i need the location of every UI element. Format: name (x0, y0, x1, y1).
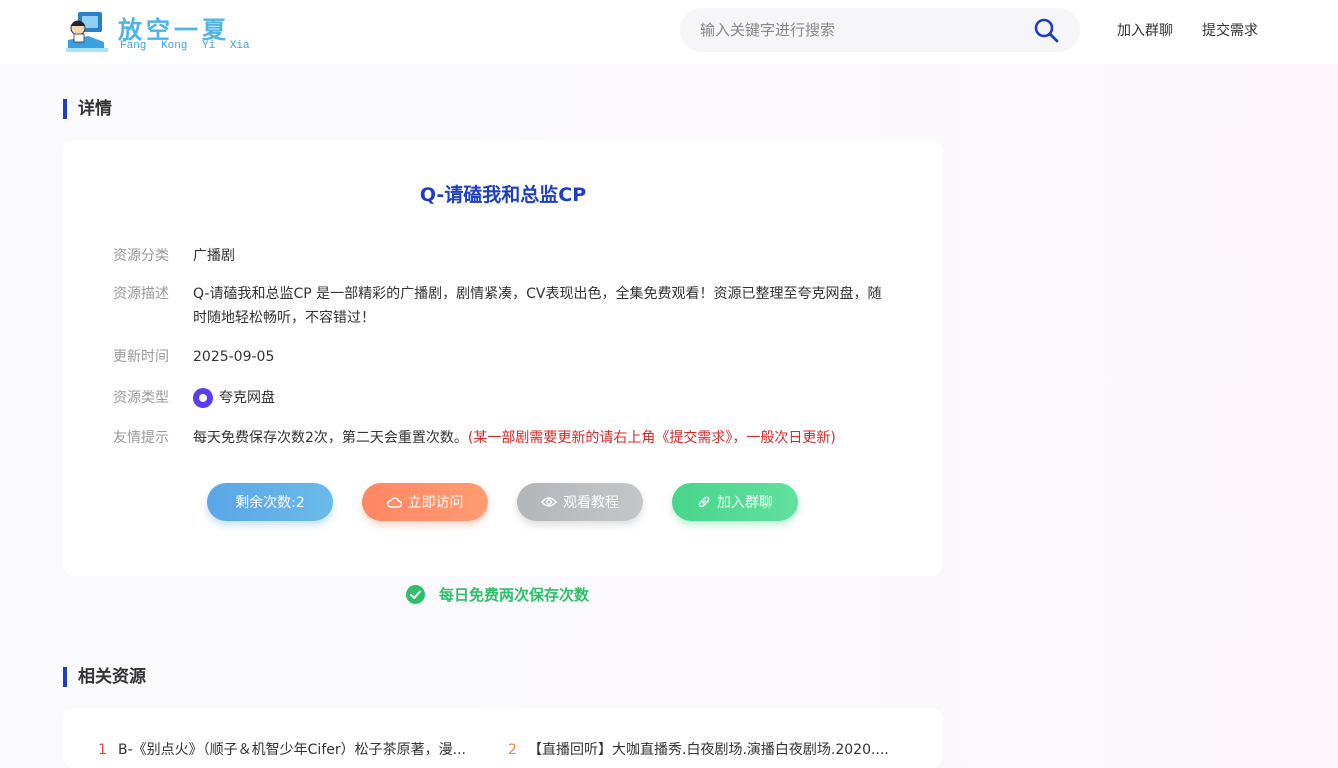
quark-drive-icon (193, 388, 213, 408)
detail-card: Q-请磕我和总监CP 资源分类 广播剧 资源描述 Q-请磕我和总监CP 是一部精… (63, 140, 943, 576)
category-value: 广播剧 (193, 248, 235, 264)
join-group-button[interactable]: 加入群聊 (672, 483, 798, 521)
resource-title: Q-请磕我和总监CP (419, 184, 587, 206)
tip-warning-text: (某一部剧需要更新的请右上角《提交需求》，一般次日更新) (467, 430, 836, 446)
cloud-icon (386, 497, 402, 508)
update-time-row: 更新时间 2025-09-05 (113, 345, 893, 369)
search-box (680, 8, 1080, 52)
watch-tutorial-button[interactable]: 观看教程 (517, 483, 643, 521)
join-group-label: 加入群聊 (717, 495, 773, 511)
top-header: 放空一夏 Fang Kong Yi Xia 加入群聊 提交需求 (0, 0, 1338, 64)
eye-icon (541, 497, 557, 507)
visit-now-label: 立即访问 (407, 495, 464, 511)
daily-free-note: 每日免费两次保存次数 (406, 583, 589, 605)
resource-type-value: 夸克网盘 (193, 386, 893, 410)
update-time-label: 更新时间 (113, 349, 169, 365)
nav-join-group[interactable]: 加入群聊 (1117, 20, 1173, 40)
description-label: 资源描述 (113, 286, 169, 302)
update-time-value: 2025-09-05 (193, 349, 275, 365)
site-logo[interactable]: 放空一夏 Fang Kong Yi Xia (64, 8, 254, 56)
description-value: Q-请磕我和总监CP 是一部精彩的广播剧，剧情紧凑，CV表现出色，全集免费观看！… (193, 286, 882, 326)
detail-section-title: 详情 (63, 99, 112, 119)
nav-submit-request[interactable]: 提交需求 (1202, 20, 1258, 40)
related-item-number: 1 (98, 742, 107, 758)
watch-tutorial-label: 观看教程 (563, 495, 619, 511)
category-row: 资源分类 广播剧 (113, 244, 893, 268)
tip-text: 每天免费保存次数2次，第二天会重置次数。 (193, 430, 468, 446)
search-input[interactable] (700, 8, 1020, 52)
daily-free-note-text: 每日免费两次保存次数 (439, 585, 590, 604)
remaining-count-button[interactable]: 剩余次数:2 (207, 483, 333, 521)
resource-type-label: 资源类型 (113, 390, 169, 406)
related-item-title: B-《别点火》（顺子＆机智少年Cifer）松子茶原著，漫... (118, 742, 466, 758)
related-item[interactable]: 1 B-《别点火》（顺子＆机智少年Cifer）松子茶原著，漫... (98, 739, 466, 759)
tip-label: 友情提示 (113, 430, 169, 446)
tip-value: 每天免费保存次数2次，第二天会重置次数。(某一部剧需要更新的请右上角《提交需求》… (193, 426, 893, 450)
related-item-number: 2 (508, 742, 517, 758)
logo-figure-icon (66, 12, 108, 52)
related-card: 1 B-《别点火》（顺子＆机智少年Cifer）松子茶原著，漫... 2 【直播回听】… (63, 708, 943, 768)
search-button[interactable] (1030, 14, 1062, 46)
tip-row: 友情提示 每天免费保存次数2次，第二天会重置次数。(某一部剧需要更新的请右上角《… (113, 426, 893, 450)
category-label: 资源分类 (113, 248, 169, 264)
check-circle-icon (406, 584, 425, 604)
visit-now-button[interactable]: 立即访问 (362, 483, 488, 521)
search-icon (1034, 18, 1059, 43)
link-icon (698, 496, 710, 508)
resource-type-row: 资源类型 夸克网盘 (113, 386, 893, 410)
related-section-title: 相关资源 (63, 667, 146, 687)
related-item[interactable]: 2 【直播回听】大咖直播秀.白夜剧场.演播白夜剧场.2020.... (508, 739, 889, 759)
remaining-count-label: 剩余次数:2 (235, 495, 305, 511)
resource-type-text: 夸克网盘 (219, 390, 275, 406)
related-item-title: 【直播回听】大咖直播秀.白夜剧场.演播白夜剧场.2020.... (528, 742, 889, 758)
description-row: 资源描述 Q-请磕我和总监CP 是一部精彩的广播剧，剧情紧凑，CV表现出色，全集… (113, 282, 893, 330)
logo-subtitle: Fang Kong Yi Xia (120, 40, 250, 52)
